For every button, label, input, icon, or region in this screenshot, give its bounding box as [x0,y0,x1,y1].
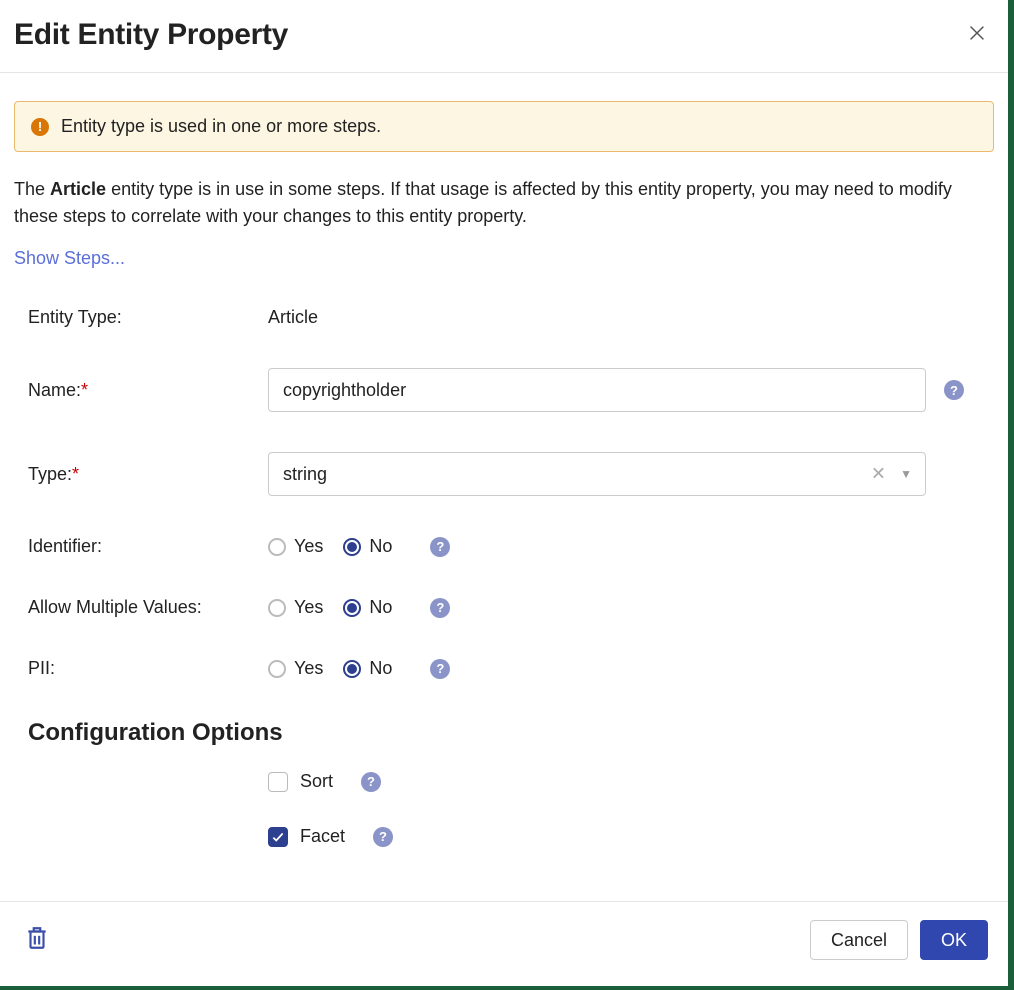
pii-label: PII: [28,658,268,679]
radio-icon [268,599,286,617]
pii-radio-group: Yes No ? [268,658,450,679]
dialog-body: ! Entity type is used in one or more ste… [0,73,1008,901]
dialog-title: Edit Entity Property [14,18,288,52]
name-input[interactable] [268,368,926,412]
name-label: Name:* [28,380,268,401]
help-icon[interactable]: ? [430,598,450,618]
help-icon[interactable]: ? [430,537,450,557]
clear-icon[interactable]: ✕ [871,464,886,485]
form: Entity Type: Article Name:* ? Type:* ✕ ▼… [14,307,994,847]
close-icon[interactable] [964,22,990,48]
allow-multiple-radio-group: Yes No ? [268,597,450,618]
pii-no[interactable]: No [343,658,392,679]
entity-name-bold: Article [50,179,106,199]
help-icon[interactable]: ? [944,380,964,400]
identifier-row: Identifier: Yes No ? [28,536,994,557]
type-label: Type:* [28,464,268,485]
description-text: The Article entity type is in use in som… [14,176,994,230]
facet-checkbox[interactable] [268,827,288,847]
help-icon[interactable]: ? [373,827,393,847]
allow-multiple-yes[interactable]: Yes [268,597,323,618]
radio-icon [343,599,361,617]
pii-row: PII: Yes No ? [28,658,994,679]
allow-multiple-no[interactable]: No [343,597,392,618]
footer-actions: Cancel OK [810,920,988,960]
type-row: Type:* ✕ ▼ [28,452,994,496]
identifier-label: Identifier: [28,536,268,557]
sort-label: Sort [300,771,333,792]
ok-button[interactable]: OK [920,920,988,960]
sort-row: Sort ? [28,771,994,792]
show-steps-link[interactable]: Show Steps... [14,248,125,269]
name-row: Name:* ? [28,368,994,412]
help-icon[interactable]: ? [430,659,450,679]
radio-icon [343,538,361,556]
entity-type-row: Entity Type: Article [28,307,994,328]
warning-icon: ! [31,118,49,136]
identifier-radio-group: Yes No ? [268,536,450,557]
warning-text: Entity type is used in one or more steps… [61,116,381,137]
type-select[interactable]: ✕ ▼ [268,452,926,496]
help-icon[interactable]: ? [361,772,381,792]
radio-icon [343,660,361,678]
configuration-options-heading: Configuration Options [28,719,994,747]
cancel-button[interactable]: Cancel [810,920,908,960]
entity-type-value: Article [268,307,318,328]
allow-multiple-row: Allow Multiple Values: Yes No ? [28,597,994,618]
radio-icon [268,660,286,678]
delete-button[interactable] [24,925,50,956]
radio-icon [268,538,286,556]
facet-row: Facet ? [28,826,994,847]
edit-entity-property-dialog: Edit Entity Property ! Entity type is us… [0,0,1014,990]
chevron-down-icon[interactable]: ▼ [900,467,912,481]
facet-label: Facet [300,826,345,847]
allow-multiple-label: Allow Multiple Values: [28,597,268,618]
warning-alert: ! Entity type is used in one or more ste… [14,101,994,152]
identifier-no[interactable]: No [343,536,392,557]
entity-type-label: Entity Type: [28,307,268,328]
sort-checkbox[interactable] [268,772,288,792]
type-select-value[interactable] [268,452,926,496]
pii-yes[interactable]: Yes [268,658,323,679]
dialog-header: Edit Entity Property [0,0,1008,73]
identifier-yes[interactable]: Yes [268,536,323,557]
